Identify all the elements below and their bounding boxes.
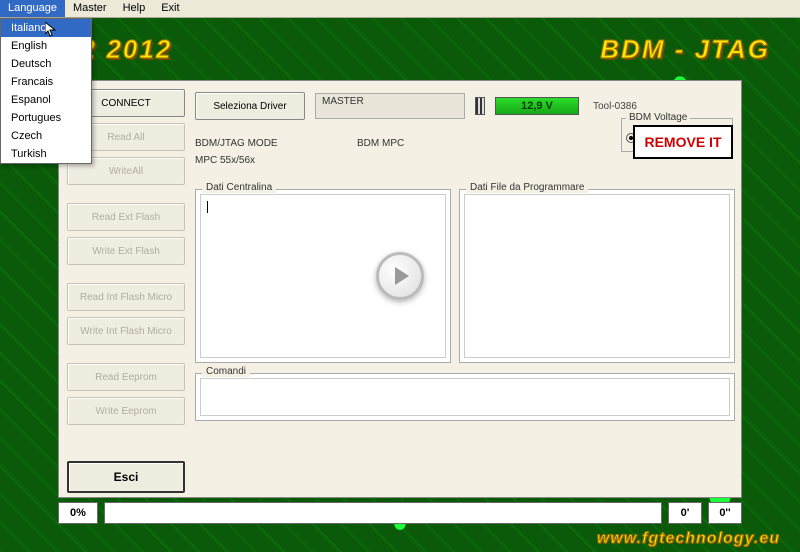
lang-espanol[interactable]: Espanol (1, 91, 91, 109)
footer-url: www.fgtechnology.eu (597, 530, 780, 548)
progress-row: 0% 0' 0'' (58, 502, 742, 524)
mpc-label: MPC 55x/56x (195, 155, 255, 166)
write-eeprom-button[interactable]: Write Eeprom (67, 397, 185, 425)
remove-it-button[interactable]: REMOVE IT (633, 125, 733, 159)
read-ext-flash-button[interactable]: Read Ext Flash (67, 203, 185, 231)
cursor-icon (45, 22, 61, 38)
menu-language[interactable]: Language (0, 0, 65, 17)
mode-label: BDM/JTAG MODE (195, 138, 345, 149)
progress-bar (104, 502, 662, 524)
dati-centralina-legend: Dati Centralina (202, 182, 276, 193)
write-int-flash-button[interactable]: Write Int Flash Micro (67, 317, 185, 345)
mode-value: BDM MPC (357, 138, 487, 149)
time-minutes: 0' (668, 502, 702, 524)
lang-portugues[interactable]: Portugues (1, 109, 91, 127)
lang-czech[interactable]: Czech (1, 127, 91, 145)
comandi-legend: Comandi (202, 366, 250, 377)
dati-file-box: Dati File da Programmare (459, 189, 735, 363)
read-eeprom-button[interactable]: Read Eeprom (67, 363, 185, 391)
menubar: Language Master Help Exit (0, 0, 800, 18)
lang-deutsch[interactable]: Deutsch (1, 55, 91, 73)
read-int-flash-button[interactable]: Read Int Flash Micro (67, 283, 185, 311)
progress-percent: 0% (58, 502, 98, 524)
menu-exit[interactable]: Exit (153, 0, 187, 17)
comandi-textarea[interactable] (200, 378, 730, 416)
comandi-box: Comandi (195, 373, 735, 421)
language-dropdown: Italiano English Deutsch Francais Espano… (0, 18, 92, 164)
menu-help[interactable]: Help (115, 0, 154, 17)
dati-file-textarea[interactable] (464, 194, 730, 358)
voltage-stripes (475, 97, 485, 115)
dati-file-legend: Dati File da Programmare (466, 182, 588, 193)
bdm-voltage-legend: BDM Voltage (626, 112, 690, 123)
select-driver-button[interactable]: Seleziona Driver (195, 92, 305, 120)
voltage-display: 12,9 V (495, 97, 579, 115)
esci-button[interactable]: Esci (67, 461, 185, 493)
master-status: MASTER (315, 93, 465, 119)
write-ext-flash-button[interactable]: Write Ext Flash (67, 237, 185, 265)
menu-master[interactable]: Master (65, 0, 115, 17)
lang-francais[interactable]: Francais (1, 73, 91, 91)
tool-id: Tool-0386 (593, 101, 637, 112)
time-seconds: 0'' (708, 502, 742, 524)
lang-turkish[interactable]: Turkish (1, 145, 91, 163)
lang-english[interactable]: English (1, 37, 91, 55)
play-icon[interactable] (376, 252, 424, 300)
